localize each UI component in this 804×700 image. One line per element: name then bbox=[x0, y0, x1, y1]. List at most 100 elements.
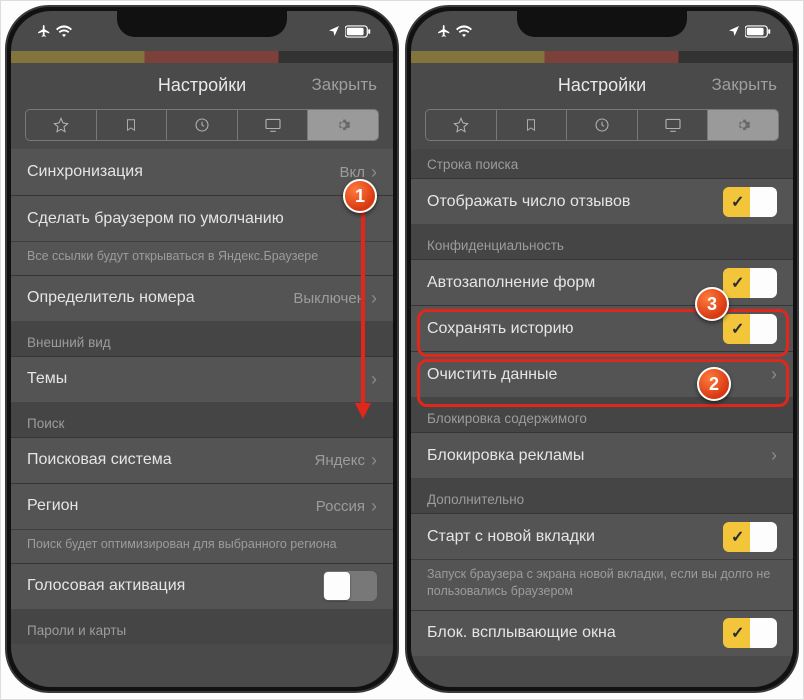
background-accent bbox=[11, 51, 393, 63]
row-start-new-tab[interactable]: Старт с новой вкладки bbox=[411, 513, 793, 559]
clock-icon bbox=[194, 117, 210, 133]
section-passwords: Пароли и карты bbox=[11, 609, 393, 644]
gear-icon bbox=[335, 117, 351, 133]
row-region[interactable]: Регион Россия › bbox=[11, 483, 393, 529]
row-themes[interactable]: Темы › bbox=[11, 356, 393, 402]
row-label: Голосовая активация bbox=[27, 577, 185, 595]
location-icon bbox=[728, 25, 740, 37]
section-additional: Дополнительно bbox=[411, 478, 793, 513]
tab-settings[interactable] bbox=[308, 110, 378, 140]
row-value: Россия bbox=[316, 498, 371, 515]
phone-left: 13:14 Настройки Закрыть Син bbox=[5, 5, 399, 693]
gear-icon bbox=[735, 117, 751, 133]
caption-start-new-tab: Запуск браузера с экрана новой вкладки, … bbox=[411, 559, 793, 610]
tab-devices[interactable] bbox=[638, 110, 709, 140]
tab-history[interactable] bbox=[567, 110, 638, 140]
tab-settings[interactable] bbox=[708, 110, 778, 140]
chevron-right-icon: › bbox=[771, 364, 777, 385]
section-privacy: Конфиденциальность bbox=[411, 224, 793, 259]
row-label: Сделать браузером по умолчанию bbox=[27, 210, 284, 228]
row-save-history[interactable]: Сохранять историю bbox=[411, 305, 793, 351]
row-search-engine[interactable]: Поисковая система Яндекс › bbox=[11, 437, 393, 483]
section-appearance: Внешний вид bbox=[11, 321, 393, 356]
row-label: Блок. всплывающие окна bbox=[427, 624, 616, 642]
caption-default-browser: Все ссылки будут открываться в Яндекс.Бр… bbox=[11, 241, 393, 275]
battery-icon bbox=[745, 25, 771, 38]
row-adblock[interactable]: Блокировка рекламы › bbox=[411, 432, 793, 478]
callout-2: 2 bbox=[697, 367, 731, 401]
toggle-show-reviews[interactable] bbox=[723, 187, 777, 217]
callout-3: 3 bbox=[695, 287, 729, 321]
section-search-bar: Строка поиска bbox=[411, 149, 793, 178]
toggle-block-popups[interactable] bbox=[723, 618, 777, 648]
row-default-browser[interactable]: Сделать браузером по умолчанию bbox=[11, 195, 393, 241]
page-title: Настройки bbox=[158, 75, 246, 96]
chevron-right-icon: › bbox=[771, 445, 777, 466]
toggle-voice[interactable] bbox=[323, 571, 377, 601]
tab-bookmarks[interactable] bbox=[497, 110, 568, 140]
modal-header: Настройки Закрыть bbox=[11, 63, 393, 107]
row-label: Блокировка рекламы bbox=[427, 447, 584, 465]
top-tabs bbox=[425, 109, 779, 141]
row-autofill[interactable]: Автозаполнение форм bbox=[411, 259, 793, 305]
callout-1: 1 bbox=[343, 179, 377, 213]
toggle-autofill[interactable] bbox=[723, 268, 777, 298]
page-title: Настройки bbox=[558, 75, 646, 96]
airplane-icon bbox=[437, 24, 451, 38]
row-label: Отображать число отзывов bbox=[427, 193, 630, 211]
top-tabs bbox=[25, 109, 379, 141]
row-label: Синхронизация bbox=[27, 163, 143, 181]
toggle-start-new-tab[interactable] bbox=[723, 522, 777, 552]
wifi-icon bbox=[56, 25, 72, 37]
toggle-save-history[interactable] bbox=[723, 314, 777, 344]
row-label: Темы bbox=[27, 370, 67, 388]
section-search: Поиск bbox=[11, 402, 393, 437]
tab-bookmarks[interactable] bbox=[97, 110, 168, 140]
bookmark-icon bbox=[124, 117, 138, 133]
background-accent bbox=[411, 51, 793, 63]
chevron-right-icon: › bbox=[371, 496, 377, 517]
row-clear-data[interactable]: Очистить данные › bbox=[411, 351, 793, 397]
row-label: Старт с новой вкладки bbox=[427, 528, 595, 546]
star-icon bbox=[453, 117, 469, 133]
airplane-icon bbox=[37, 24, 51, 38]
chevron-right-icon: › bbox=[371, 162, 377, 183]
row-label: Сохранять историю bbox=[427, 320, 574, 338]
clock-icon bbox=[594, 117, 610, 133]
star-icon bbox=[53, 117, 69, 133]
row-show-reviews[interactable]: Отображать число отзывов bbox=[411, 178, 793, 224]
row-block-popups[interactable]: Блок. всплывающие окна bbox=[411, 610, 793, 656]
row-voice-activation[interactable]: Голосовая активация bbox=[11, 563, 393, 609]
notch bbox=[517, 11, 687, 37]
battery-icon bbox=[345, 25, 371, 38]
tab-favorites[interactable] bbox=[426, 110, 497, 140]
row-value: Вкл bbox=[340, 164, 372, 181]
arrow-scroll-down bbox=[353, 211, 373, 421]
monitor-icon bbox=[664, 118, 682, 132]
row-label: Очистить данные bbox=[427, 366, 557, 384]
location-icon bbox=[328, 25, 340, 37]
tab-favorites[interactable] bbox=[26, 110, 97, 140]
bookmark-icon bbox=[524, 117, 538, 133]
row-sync[interactable]: Синхронизация Вкл › bbox=[11, 149, 393, 195]
wifi-icon bbox=[456, 25, 472, 37]
tab-devices[interactable] bbox=[238, 110, 309, 140]
close-button[interactable]: Закрыть bbox=[312, 75, 377, 95]
phone-right: 13:14 Настройки Закрыть Строка поиска bbox=[405, 5, 799, 693]
monitor-icon bbox=[264, 118, 282, 132]
settings-list[interactable]: Синхронизация Вкл › Сделать браузером по… bbox=[11, 149, 393, 687]
row-value: Яндекс bbox=[315, 452, 371, 469]
close-button[interactable]: Закрыть bbox=[712, 75, 777, 95]
modal-header: Настройки Закрыть bbox=[411, 63, 793, 107]
row-label: Регион bbox=[27, 497, 78, 515]
chevron-right-icon: › bbox=[371, 450, 377, 471]
row-label: Поисковая система bbox=[27, 451, 172, 469]
caption-region: Поиск будет оптимизирован для выбранного… bbox=[11, 529, 393, 563]
row-caller-id[interactable]: Определитель номера Выключен › bbox=[11, 275, 393, 321]
section-content-blocking: Блокировка содержимого bbox=[411, 397, 793, 432]
row-label: Автозаполнение форм bbox=[427, 274, 595, 292]
tab-history[interactable] bbox=[167, 110, 238, 140]
settings-list[interactable]: Строка поиска Отображать число отзывов К… bbox=[411, 149, 793, 687]
notch bbox=[117, 11, 287, 37]
row-label: Определитель номера bbox=[27, 289, 195, 307]
